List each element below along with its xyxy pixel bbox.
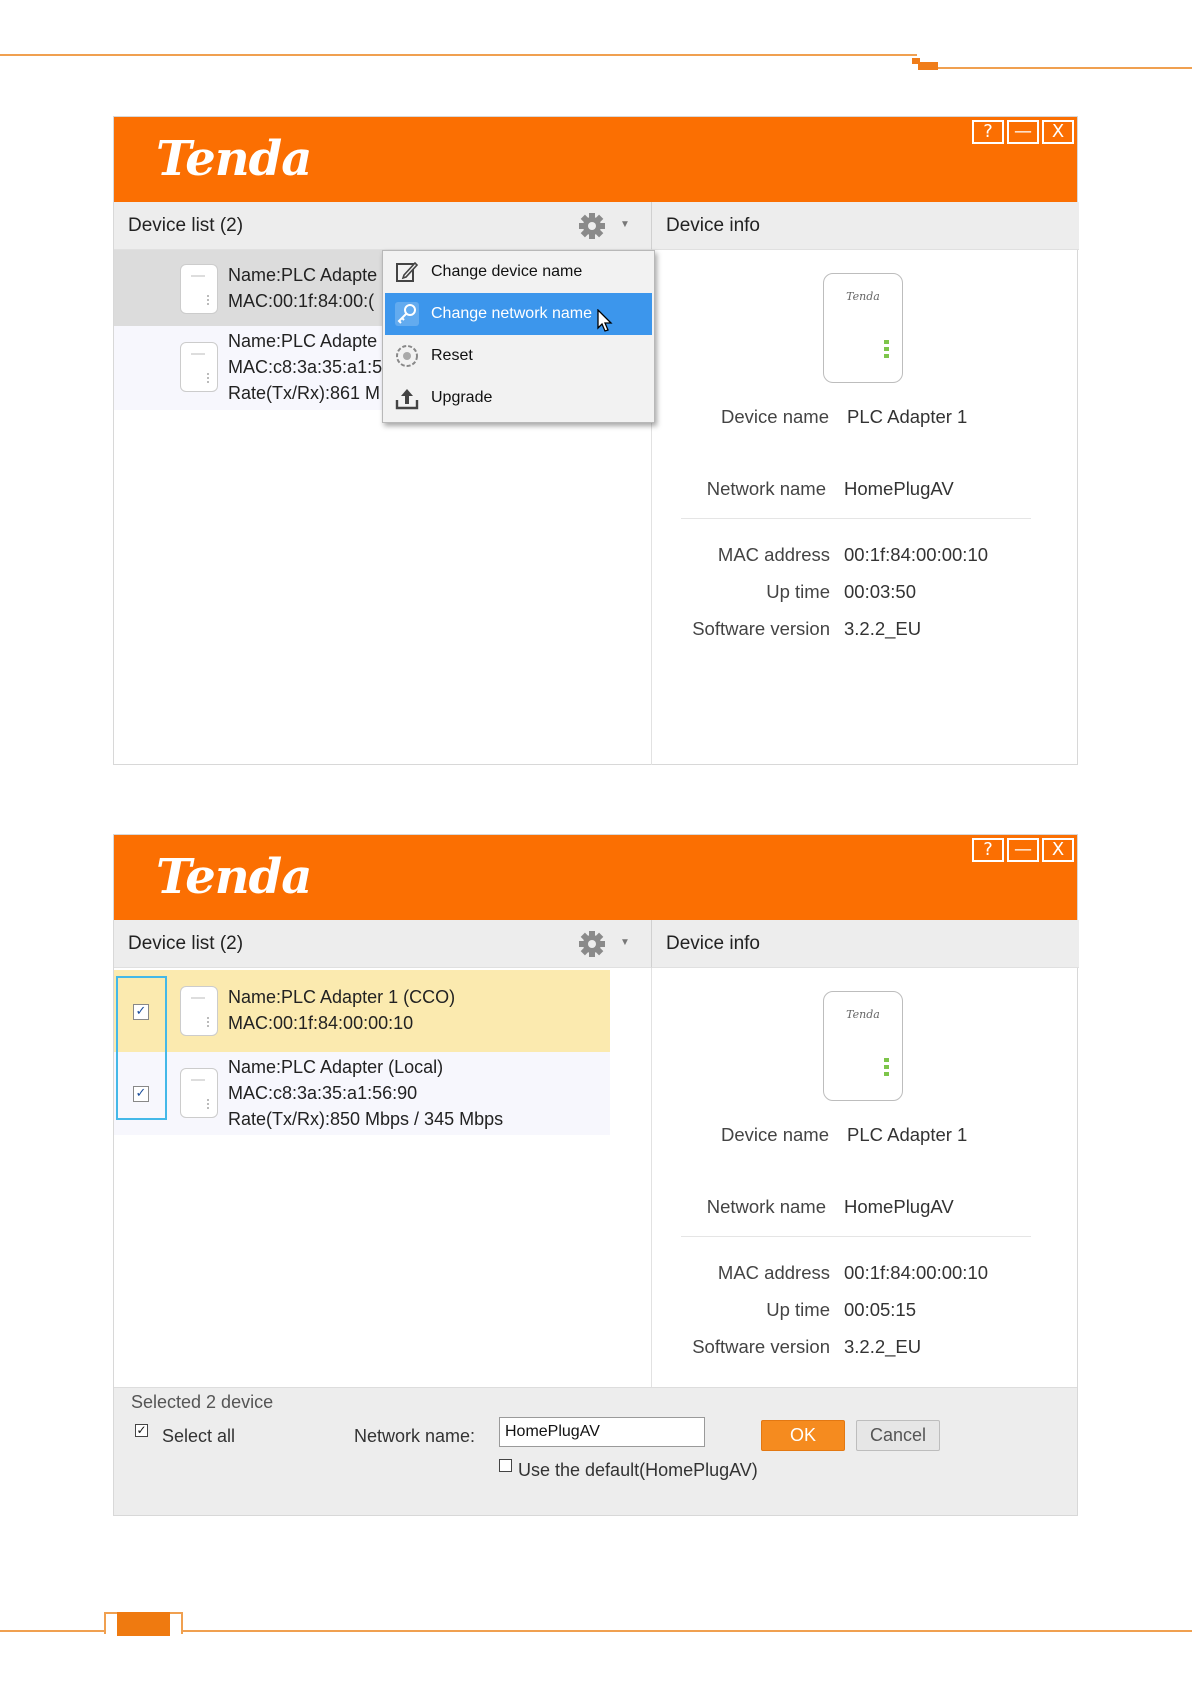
software-version-value: 3.2.2_EU: [844, 1336, 922, 1357]
page-bottom-rule-right: [183, 1630, 1192, 1632]
help-button[interactable]: ?: [972, 120, 1004, 144]
mac-value: 00:1f:84:00:00:10: [844, 544, 989, 565]
chevron-down-icon[interactable]: ▼: [620, 937, 630, 949]
network-name-value: HomePlugAV: [844, 478, 954, 499]
mouse-cursor-icon: [597, 309, 613, 332]
device-name-value: PLC Adapter 1: [847, 1124, 968, 1145]
device-name-text: Name:PLC Adapte: [228, 265, 378, 285]
tenda-utility-window-menu-open: Tenda ? — X Device list (2) ▼ Device inf…: [113, 116, 1079, 765]
device-info-title: Device info: [666, 215, 760, 236]
key-icon: [395, 302, 419, 326]
menu-item-change-network-name[interactable]: Change network name: [385, 293, 652, 335]
ok-button[interactable]: OK: [761, 1420, 845, 1451]
device-rate-text: Rate(Tx/Rx):861 M: [228, 383, 381, 403]
tenda-logo: Tenda: [156, 849, 312, 905]
device-name-label: Device name: [721, 1124, 829, 1145]
network-name-value: HomePlugAV: [844, 1196, 954, 1217]
cancel-button[interactable]: Cancel: [856, 1420, 940, 1451]
device-name-value: PLC Adapter 1: [847, 406, 968, 427]
device-mac-text: MAC:c8:3a:35:a1:56:90: [228, 1083, 418, 1103]
device-info-header: Device info: [651, 920, 1079, 968]
minimize-button[interactable]: —: [1007, 120, 1039, 144]
minimize-button[interactable]: —: [1007, 838, 1039, 862]
device-list-title: Device list (2): [128, 215, 244, 236]
settings-dropdown-menu: Change device name Change network name R…: [382, 250, 655, 423]
info-divider: [681, 1236, 1031, 1237]
edit-icon: [396, 261, 419, 282]
help-button[interactable]: ?: [972, 838, 1004, 862]
page-top-rule: [0, 54, 917, 56]
uptime-value: 00:03:50: [844, 581, 917, 602]
plc-adapter-icon: [180, 264, 218, 314]
network-name-label: Network name: [706, 1196, 826, 1217]
mac-label: MAC address: [717, 1262, 830, 1283]
plc-adapter-icon: [180, 1068, 218, 1118]
device-row[interactable]: ✓ Name:PLC Adapter 1 (CCO) MAC:00:1f:84:…: [114, 970, 610, 1052]
device-mac-text: MAC:00:1f:84:00:(: [228, 291, 375, 311]
app-header: Tenda ? — X: [114, 835, 1077, 920]
device-name-text: Name:PLC Adapter (Local): [228, 1057, 444, 1077]
software-version-label: Software version: [692, 1336, 830, 1357]
chevron-down-icon[interactable]: ▼: [620, 219, 630, 231]
use-default-checkbox[interactable]: [499, 1459, 512, 1472]
network-name-input[interactable]: [499, 1417, 705, 1447]
menu-item-reset[interactable]: Reset: [385, 335, 652, 377]
device-name-text: Name:PLC Adapter 1 (CCO): [228, 987, 456, 1007]
device-list-header: Device list (2) ▼: [114, 920, 651, 968]
device-list-title: Device list (2): [128, 933, 244, 954]
device-info-header: Device info: [651, 202, 1079, 250]
software-version-label: Software version: [692, 618, 830, 639]
tenda-utility-window-change-network-name: Tenda ? — X Device list (2) ▼ Device inf…: [113, 834, 1079, 1516]
window-controls: ? — X: [972, 838, 1074, 862]
device-name-text: Name:PLC Adapte: [228, 331, 378, 351]
reset-icon: [396, 345, 418, 367]
device-image: Tenda: [823, 273, 903, 383]
close-button[interactable]: X: [1042, 120, 1074, 144]
select-all-label: Select all: [162, 1426, 236, 1446]
close-button[interactable]: X: [1042, 838, 1074, 862]
software-version-value: 3.2.2_EU: [844, 618, 922, 639]
device-mac-text: MAC:c8:3a:35:a1:5: [228, 357, 383, 377]
device-image: Tenda: [823, 991, 903, 1101]
page-top-rule-right: [938, 67, 1192, 69]
led-indicators: [884, 1058, 890, 1082]
page-bottom-rule-left: [0, 1630, 104, 1632]
select-all-checkbox[interactable]: ✓: [135, 1424, 148, 1437]
device-image-brand: Tenda: [846, 290, 880, 303]
plc-adapter-icon: [180, 986, 218, 1036]
checkbox-highlight-frame: [116, 976, 167, 1120]
page-number-tab: [117, 1612, 170, 1636]
uptime-label: Up time: [766, 1299, 830, 1320]
gear-icon[interactable]: [577, 211, 611, 241]
device-list-header: Device list (2) ▼: [114, 202, 651, 250]
device-name-label: Device name: [721, 406, 829, 427]
selected-count-text: Selected 2 device: [131, 1392, 274, 1412]
plc-adapter-icon: [180, 342, 218, 392]
menu-item-change-device-name[interactable]: Change device name: [385, 251, 652, 293]
device-image-brand: Tenda: [846, 1008, 880, 1021]
device-mac-text: MAC:00:1f:84:00:00:10: [228, 1013, 414, 1033]
window-controls: ? — X: [972, 120, 1074, 144]
uptime-label: Up time: [766, 581, 830, 602]
network-name-field-label: Network name:: [354, 1426, 476, 1446]
info-divider: [681, 518, 1031, 519]
mac-label: MAC address: [717, 544, 830, 565]
gear-icon[interactable]: [577, 929, 611, 959]
change-network-name-panel: Selected 2 device ✓ Select all Network n…: [114, 1387, 1077, 1515]
use-default-label: Use the default(HomePlugAV): [518, 1460, 758, 1480]
tenda-logo: Tenda: [156, 131, 312, 187]
uptime-value: 00:05:15: [844, 1299, 917, 1320]
network-name-label: Network name: [706, 478, 826, 499]
mac-value: 00:1f:84:00:00:10: [844, 1262, 989, 1283]
device-info-title: Device info: [666, 933, 760, 954]
app-header: Tenda ? — X: [114, 117, 1077, 202]
column-divider: [651, 968, 652, 1387]
led-indicators: [884, 340, 890, 364]
page-corner-mark: [912, 58, 938, 70]
